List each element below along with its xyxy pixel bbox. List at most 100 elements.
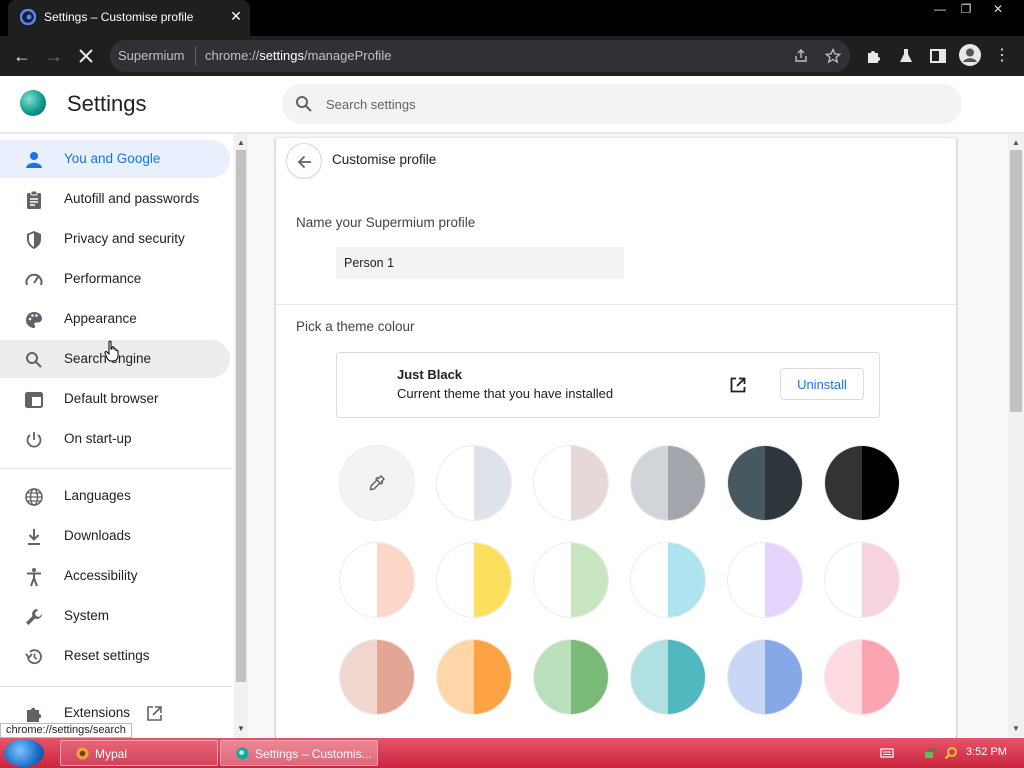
uninstall-theme-button[interactable]: Uninstall <box>780 368 864 400</box>
browser-tab[interactable]: Settings – Customise profile ✕ <box>8 0 250 36</box>
search-box[interactable] <box>282 84 962 124</box>
sidebar-item-label: Reset settings <box>64 648 150 663</box>
loading-stop-icon[interactable] <box>76 46 96 66</box>
theme-swatch-green[interactable] <box>534 640 608 714</box>
close-window-button[interactable]: ✕ <box>984 0 1012 18</box>
theme-swatch-mint[interactable] <box>534 543 608 617</box>
theme-swatch-grey[interactable] <box>631 446 705 520</box>
swatch-left-half <box>437 543 474 617</box>
sidebar-item-you-and-google[interactable]: You and Google <box>0 140 230 178</box>
omnibox-url[interactable]: chrome://settings/manageProfile <box>205 48 391 63</box>
swatch-right-half <box>765 543 802 617</box>
sidebar-item-on-startup[interactable]: On start-up <box>0 420 230 458</box>
puzzle-icon <box>27 707 42 722</box>
sidebar-item-appearance[interactable]: Appearance <box>0 300 230 338</box>
back-arrow-icon[interactable]: ← <box>10 44 34 68</box>
swatch-right-half <box>862 543 899 617</box>
sidebar-scrollbar-thumb[interactable] <box>236 150 246 682</box>
bookmark-star-icon[interactable] <box>825 48 841 64</box>
share-icon[interactable] <box>793 48 809 64</box>
person-icon <box>26 152 42 168</box>
swatch-right-half <box>377 543 414 617</box>
theme-swatch-aqua[interactable] <box>631 543 705 617</box>
supermium-icon <box>236 747 249 760</box>
start-button[interactable] <box>4 739 44 767</box>
theme-swatch-black[interactable] <box>825 446 899 520</box>
back-button[interactable] <box>286 143 322 179</box>
open-external-icon <box>147 706 162 721</box>
theme-swatch-light-pink[interactable] <box>825 640 899 714</box>
sidebar-item-system[interactable]: System <box>0 597 230 635</box>
labs-flask-icon[interactable] <box>896 46 916 66</box>
status-bar-url: chrome://settings/search <box>0 723 132 738</box>
address-bar[interactable]: Supermium chrome://settings/manageProfil… <box>110 40 850 72</box>
side-panel-icon[interactable] <box>928 46 948 66</box>
globe-icon <box>25 488 43 506</box>
swatch-right-half <box>668 446 705 520</box>
restore-button[interactable]: ❐ <box>952 0 980 18</box>
search-input[interactable] <box>326 94 926 114</box>
theme-swatch-blue[interactable] <box>728 640 802 714</box>
sidebar-divider <box>0 468 232 469</box>
sidebar-item-default-browser[interactable]: Default browser <box>0 380 230 418</box>
more-menu-icon[interactable]: ⋮ <box>992 46 1012 66</box>
swatch-left-half <box>437 640 474 714</box>
profile-name-input[interactable] <box>336 247 624 279</box>
sidebar-item-label: Privacy and security <box>64 231 185 246</box>
theme-colour-label: Pick a theme colour <box>296 319 415 334</box>
minimize-button[interactable]: — <box>926 0 954 18</box>
theme-swatch-pink[interactable] <box>825 543 899 617</box>
sidebar-item-reset-settings[interactable]: Reset settings <box>0 637 230 675</box>
sidebar-item-label: Accessibility <box>64 568 138 583</box>
swatch-left-half <box>825 543 862 617</box>
theme-swatch-lavender[interactable] <box>728 543 802 617</box>
theme-swatch-teal[interactable] <box>631 640 705 714</box>
sidebar-item-performance[interactable]: Performance <box>0 260 230 298</box>
tab-close-icon[interactable]: ✕ <box>226 6 246 26</box>
swatch-left-half <box>437 446 474 520</box>
swatch-right-half <box>377 640 414 714</box>
swatch-left-half <box>534 640 571 714</box>
search-tray-icon[interactable] <box>944 746 958 760</box>
sidebar-item-label: Extensions <box>64 705 131 720</box>
sidebar-item-accessibility[interactable]: Accessibility <box>0 557 230 595</box>
open-in-new-icon[interactable] <box>729 376 747 394</box>
theme-swatch-slate[interactable] <box>728 446 802 520</box>
network-icon[interactable] <box>924 746 938 760</box>
profile-avatar-icon[interactable] <box>958 43 982 67</box>
swatch-left-half <box>631 446 668 520</box>
theme-swatch-rose[interactable] <box>340 640 414 714</box>
sidebar-item-privacy[interactable]: Privacy and security <box>0 220 230 258</box>
scroll-down-arrow-icon[interactable]: ▼ <box>1009 724 1023 733</box>
sidebar-item-label: On start-up <box>64 431 132 446</box>
swatch-right-half <box>668 640 705 714</box>
scroll-up-arrow-icon[interactable]: ▲ <box>1009 138 1023 147</box>
extensions-puzzle-icon[interactable] <box>864 46 884 66</box>
theme-swatch-orange[interactable] <box>437 640 511 714</box>
download-icon <box>28 529 40 545</box>
speedometer-icon <box>25 273 43 286</box>
mypal-icon <box>76 747 89 760</box>
swatch-left-half <box>728 640 765 714</box>
sidebar-item-languages[interactable]: Languages <box>0 477 230 515</box>
power-icon <box>26 432 42 448</box>
sidebar-item-downloads[interactable]: Downloads <box>0 517 230 555</box>
search-icon <box>296 96 312 112</box>
taskbar-clock: 3:52 PM <box>966 746 1007 758</box>
sidebar-item-label: Downloads <box>64 528 131 543</box>
sidebar-item-autofill[interactable]: Autofill and passwords <box>0 180 230 218</box>
theme-swatch-yellow[interactable] <box>437 543 511 617</box>
keyboard-icon[interactable] <box>880 746 894 760</box>
page-scrollbar-thumb[interactable] <box>1010 150 1022 412</box>
swatch-left-half <box>534 543 571 617</box>
theme-swatch-custom[interactable] <box>340 446 414 520</box>
taskbar-item-settings[interactable]: Settings – Customis... <box>220 740 378 766</box>
swatch-right-half <box>765 640 802 714</box>
scroll-up-arrow-icon[interactable]: ▲ <box>234 138 248 147</box>
theme-swatch-white-beige[interactable] <box>534 446 608 520</box>
taskbar-item-mypal[interactable]: Mypal <box>60 740 218 766</box>
scroll-down-arrow-icon[interactable]: ▼ <box>234 724 248 733</box>
theme-swatch-peach[interactable] <box>340 543 414 617</box>
forward-arrow-icon[interactable]: → <box>42 44 66 68</box>
theme-swatch-white-grey[interactable] <box>437 446 511 520</box>
